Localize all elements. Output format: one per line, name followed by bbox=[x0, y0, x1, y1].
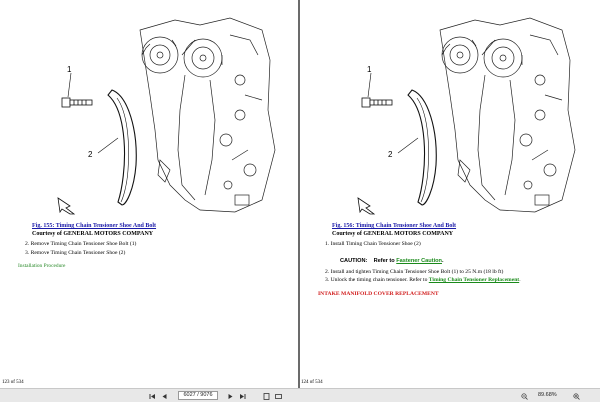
step-unlock-tensioner: 3. Unlock the timing chain tensioner. Re… bbox=[325, 277, 521, 283]
caution-refer-text: Refer to bbox=[373, 258, 395, 264]
fit-page-icon[interactable] bbox=[262, 392, 270, 400]
caution-label: CAUTION: bbox=[340, 258, 368, 264]
fastener-caution-link[interactable]: Fastener Caution bbox=[396, 258, 442, 264]
left-page-number: 123 of 534 bbox=[2, 380, 24, 385]
caution-end: . bbox=[441, 258, 444, 264]
fit-width-icon[interactable] bbox=[274, 392, 282, 400]
viewer-toolbar: 6027 / 9076 89.68% bbox=[0, 388, 600, 402]
callout-2-label: 2 bbox=[388, 150, 393, 159]
step-install-shoe: 1. Install Timing Chain Tensioner Shoe (… bbox=[325, 241, 421, 247]
callout-1-label: 1 bbox=[367, 65, 372, 74]
caution-note: CAUTION: Refer to Fastener Caution. bbox=[340, 258, 444, 264]
figure-courtesy: Courtesy of GENERAL MOTORS COMPANY bbox=[332, 231, 454, 237]
figure-caption-link[interactable]: Fig. 155: Timing Chain Tensioner Shoe An… bbox=[32, 223, 156, 229]
view-direction-arrow-icon bbox=[57, 197, 76, 215]
step-remove-bolt: 2. Remove Timing Chain Tensioner Shoe Bo… bbox=[25, 241, 137, 247]
right-page: 1 2 Fig. 156: Timing Chain Tensioner Sho… bbox=[300, 0, 600, 388]
first-page-icon[interactable] bbox=[148, 392, 156, 400]
zoom-level[interactable]: 89.68% bbox=[538, 392, 557, 398]
zoom-in-icon[interactable] bbox=[572, 392, 580, 400]
step-remove-shoe: 3. Remove Timing Chain Tensioner Shoe (2… bbox=[25, 250, 126, 256]
left-page: 1 2 Fig. 155: Timing Chain Tensioner Sho… bbox=[0, 0, 298, 388]
figure-courtesy: Courtesy of GENERAL MOTORS COMPANY bbox=[32, 231, 154, 237]
timing-chain-tensioner-replacement-link[interactable]: Timing Chain Tensioner Replacement bbox=[429, 277, 519, 283]
engine-timing-figure: 1 2 bbox=[57, 17, 276, 215]
figure-caption-link[interactable]: Fig. 156: Timing Chain Tensioner Shoe An… bbox=[332, 223, 456, 229]
step-unlock-end: . bbox=[519, 277, 521, 283]
engine-timing-figure: 1 2 bbox=[357, 17, 576, 215]
step-unlock-text: 3. Unlock the timing chain tensioner. Re… bbox=[325, 277, 428, 283]
next-page-icon[interactable] bbox=[226, 392, 234, 400]
section-heading: INTAKE MANIFOLD COVER REPLACEMENT bbox=[318, 291, 439, 297]
callout-2-label: 2 bbox=[88, 150, 93, 159]
step-tighten-bolt: 2. Install and tighten Timing Chain Tens… bbox=[325, 269, 504, 275]
right-page-number: 124 of 534 bbox=[301, 380, 323, 385]
installation-procedure-link[interactable]: Installation Procedure bbox=[18, 263, 65, 269]
callout-1-label: 1 bbox=[67, 65, 72, 74]
previous-page-icon[interactable] bbox=[160, 392, 168, 400]
last-page-icon[interactable] bbox=[238, 392, 246, 400]
zoom-out-icon[interactable] bbox=[520, 392, 528, 400]
view-direction-arrow-icon bbox=[357, 197, 376, 215]
page-number-input[interactable]: 6027 / 9076 bbox=[178, 391, 218, 400]
